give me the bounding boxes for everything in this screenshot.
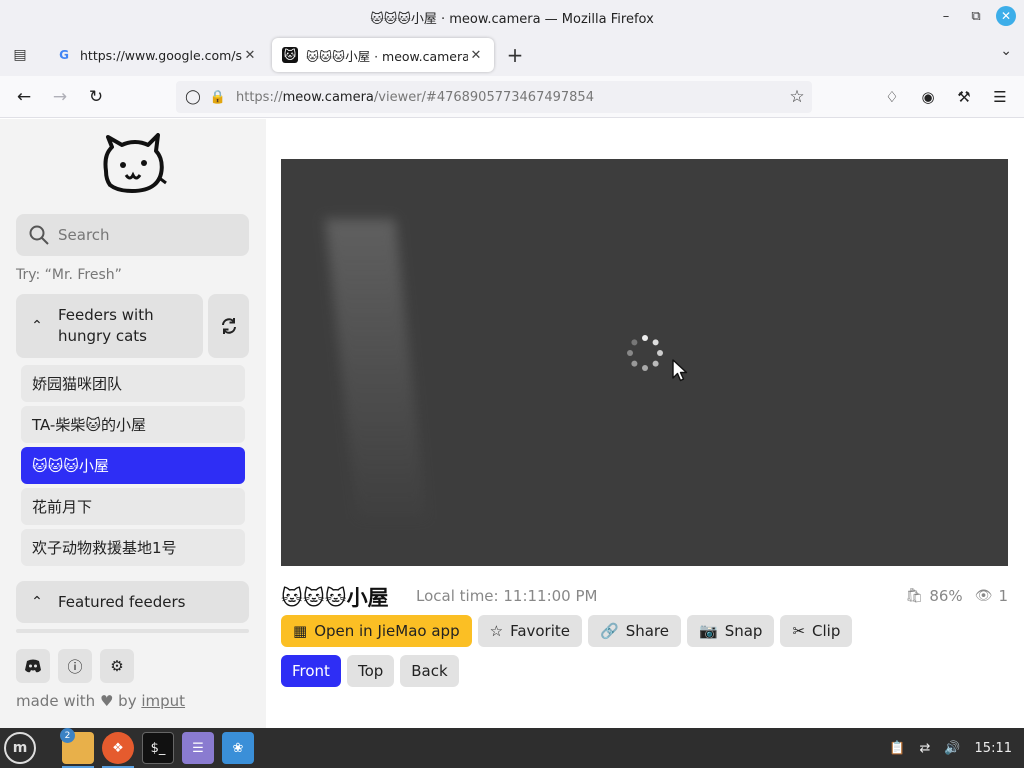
camera-video-player[interactable] — [281, 159, 1008, 566]
volume-icon[interactable]: 🔊 — [944, 741, 960, 756]
pocket-icon[interactable]: ♢ — [880, 85, 904, 109]
tab-close-icon[interactable]: ✕ — [468, 48, 484, 63]
search-input[interactable]: Search — [16, 214, 249, 256]
view-back-button[interactable]: Back — [400, 655, 459, 687]
taskbar: m ❖ $_ ☰ ❀ 📋 ⇄ 🔊 15:11 — [0, 728, 1024, 768]
feeder-item-selected[interactable]: 🐱🐱🐱小屋 — [21, 447, 245, 484]
video-frame-highlight — [325, 219, 427, 519]
forward-icon[interactable]: → — [48, 85, 72, 109]
url-bar[interactable]: ◯ 🔒 https://meow.camera/viewer/#47689057… — [176, 81, 812, 113]
search-hint: Try: “Mr. Fresh” — [16, 267, 122, 283]
google-icon: G — [59, 48, 69, 62]
firefox-icon[interactable]: ❖ — [102, 732, 134, 768]
feeder-item[interactable]: 花前月下 — [21, 488, 245, 525]
qr-code-icon: ▦ — [293, 622, 308, 640]
tab-strip: ▤ G https://www.google.com/se ✕ 🐱 🐱🐱🐱小屋 … — [0, 34, 1024, 76]
camera-icon: 📷 — [699, 622, 718, 640]
terminal-icon[interactable]: $_ — [142, 732, 174, 764]
navigation-toolbar: ← → ↻ ◯ 🔒 https://meow.camera/viewer/#47… — [0, 76, 1024, 118]
viewer-count: 1 — [998, 587, 1008, 605]
meow-camera-logo[interactable] — [98, 133, 168, 197]
back-icon[interactable]: ← — [12, 85, 36, 109]
refresh-icon — [221, 318, 236, 334]
sidebar: Search Try: “Mr. Fresh” ⌃ Feeders with hu… — [0, 119, 266, 728]
favorite-button[interactable]: ☆ Favorite — [477, 615, 583, 647]
camera-title: 🐱🐱🐱小屋 — [281, 586, 389, 610]
discord-icon[interactable] — [16, 649, 50, 683]
chevron-up-icon: ⌃ — [31, 594, 43, 610]
tracking-protection-shield-icon[interactable]: ◯ — [178, 89, 208, 105]
search-placeholder: Search — [58, 226, 110, 244]
software-manager-icon[interactable]: ❀ — [222, 732, 254, 764]
author-link[interactable]: imput — [141, 692, 185, 710]
made-with-credit: made with ♥ by imput — [16, 692, 186, 710]
mouse-cursor-icon — [672, 359, 688, 382]
tab-meow-camera[interactable]: 🐱 🐱🐱🐱小屋 · meow.camera ✕ — [272, 38, 494, 72]
tab-close-icon[interactable]: ✕ — [242, 48, 258, 63]
menu-hamburger-icon[interactable]: ☰ — [988, 85, 1012, 109]
scissors-icon: ✂ — [792, 622, 806, 640]
loading-spinner-icon — [627, 335, 663, 371]
close-icon[interactable]: ✕ — [996, 6, 1016, 26]
group-featured-header[interactable]: ⌃ Featured feeders — [16, 581, 249, 623]
main-content: 🐱🐱🐱小屋 Local time: 11:11:00 PM 🛍 86% 👁 1 … — [266, 119, 1024, 728]
view-front-button[interactable]: Front — [281, 655, 341, 687]
start-menu-icon[interactable]: m — [4, 732, 36, 764]
settings-gear-icon[interactable]: ⚙ — [100, 649, 134, 683]
url-text[interactable]: https://meow.camera/viewer/#476890577346… — [236, 90, 782, 105]
camera-stats: 🛍 86% 👁 1 — [906, 587, 1008, 605]
minimize-icon[interactable]: – — [936, 6, 956, 26]
bookmark-star-icon[interactable]: ☆ — [782, 87, 812, 107]
system-tray: 📋 ⇄ 🔊 15:11 — [889, 728, 1024, 768]
search-icon — [29, 225, 49, 245]
group-label: Featured feeders — [58, 592, 186, 611]
feeder-item[interactable]: TA-柴柴🐱的小屋 — [21, 406, 245, 443]
tab-google[interactable]: G https://www.google.com/se ✕ — [46, 38, 268, 72]
extensions-icon[interactable]: ⚒ — [952, 85, 976, 109]
list-all-tabs-icon[interactable]: ⌄ — [1000, 43, 1012, 59]
reload-icon[interactable]: ↻ — [84, 85, 108, 109]
tab-title: 🐱🐱🐱小屋 · meow.camera — [306, 48, 468, 64]
network-disconnected-icon[interactable]: ⇄ — [919, 741, 930, 756]
feeder-item[interactable]: 欢子动物救援基地1号 — [21, 529, 245, 566]
restore-icon[interactable]: ⧉ — [966, 6, 986, 26]
eye-icon: 👁 — [974, 588, 993, 604]
food-bag-icon: 🛍 — [905, 588, 924, 604]
account-icon[interactable]: ◉ — [916, 85, 940, 109]
file-manager-badge: 2 — [60, 728, 75, 743]
group-label: Feeders with hungry cats — [58, 306, 154, 345]
clip-button[interactable]: ✂ Clip — [780, 615, 853, 647]
clock[interactable]: 15:11 — [975, 741, 1012, 756]
feeder-item[interactable]: 娇园猫咪团队 — [21, 365, 245, 402]
heart-icon: ♥ — [99, 692, 114, 710]
open-in-app-button[interactable]: ▦ Open in JieMao app — [281, 615, 472, 647]
meow-camera-icon: 🐱 — [282, 47, 298, 63]
camera-view-selector: Front Top Back — [281, 655, 459, 687]
window-controls: – ⧉ ✕ — [936, 6, 1016, 26]
star-icon: ☆ — [489, 622, 504, 640]
refresh-button[interactable] — [208, 294, 249, 358]
view-top-button[interactable]: Top — [346, 655, 395, 687]
text-editor-icon[interactable]: ☰ — [182, 732, 214, 764]
link-icon: 🔗 — [600, 622, 619, 640]
action-buttons: ▦ Open in JieMao app ☆ Favorite 🔗 Share … — [281, 615, 853, 647]
window-titlebar: 🐱🐱🐱小屋 · meow.camera — Mozilla Firefox – … — [0, 0, 1024, 34]
clipboard-icon[interactable]: 📋 — [889, 741, 905, 756]
local-time: Local time: 11:11:00 PM — [416, 587, 598, 605]
lock-icon[interactable]: 🔒 — [208, 90, 228, 105]
tab-title: https://www.google.com/se — [80, 47, 242, 63]
info-icon[interactable]: ⓘ — [58, 649, 92, 683]
featured-list-edge — [16, 629, 249, 633]
group-hungry-cats-header[interactable]: ⌃ Feeders with hungry cats — [16, 294, 203, 358]
snap-button[interactable]: 📷 Snap — [687, 615, 775, 647]
chevron-up-icon: ⌃ — [31, 318, 43, 334]
new-tab-icon[interactable]: + — [504, 43, 526, 67]
share-button[interactable]: 🔗 Share — [588, 615, 681, 647]
firefox-view-icon[interactable]: ▤ — [8, 43, 32, 67]
sidebar-footer-buttons: ⓘ ⚙ — [16, 649, 134, 683]
window-title: 🐱🐱🐱小屋 · meow.camera — Mozilla Firefox — [370, 11, 654, 27]
food-level: 86% — [929, 587, 963, 605]
